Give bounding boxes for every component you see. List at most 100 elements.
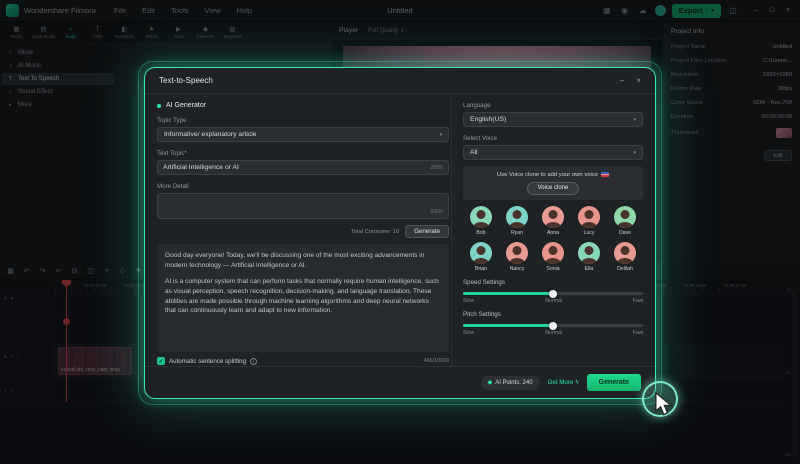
total-consume-label: Total Consume: 10 — [351, 229, 399, 235]
get-more-label: Get More — [548, 379, 574, 386]
voice-name: Lucy — [584, 230, 595, 236]
more-detail-field-wrap: 0/500 — [157, 193, 449, 219]
voice-grid: Bob Ryan Anna Lucy — [463, 206, 643, 272]
pitch-slider-fill — [463, 324, 553, 327]
auto-split-label: Automatic sentence splitting — [169, 358, 246, 365]
voice-avatar — [470, 242, 492, 264]
speed-slider[interactable] — [463, 292, 643, 295]
chevron-down-icon: ▾ — [439, 132, 442, 138]
script-paragraph: Good day everyone! Today, we'll be discu… — [165, 251, 441, 271]
speed-slider-handle[interactable] — [549, 290, 557, 298]
voice-avatar — [506, 242, 528, 264]
voice-delilah[interactable]: Delilah — [607, 242, 643, 272]
voice-name: Nancy — [510, 266, 525, 272]
mouse-cursor — [654, 392, 676, 421]
voice-anna[interactable]: Anna — [535, 206, 571, 236]
voice-ella[interactable]: Ella — [571, 242, 607, 272]
voice-filter-value: All — [470, 149, 478, 156]
voice-name: Dave — [619, 230, 631, 236]
voice-clone-button[interactable]: Voice clone — [527, 182, 580, 195]
voice-clone-text-label: Use Voice clone to add your own voice — [497, 172, 598, 178]
generated-script-box[interactable]: Good day everyone! Today, we'll be discu… — [157, 244, 449, 352]
voice-name: Ella — [585, 266, 594, 272]
slider-tick-label: Slow — [463, 330, 474, 336]
topic-type-value: Informative/ explanatory article — [164, 131, 257, 138]
speed-slider-fill — [463, 292, 553, 295]
voice-avatar — [542, 242, 564, 264]
ai-generator-tab[interactable]: AI Generator — [157, 102, 449, 109]
language-select[interactable]: English(US) ▾ — [463, 112, 643, 127]
slider-tick-label: Normal — [545, 298, 562, 304]
voice-dave[interactable]: Dave — [607, 206, 643, 236]
dialog-right-column: Language English(US) ▾ Select Voice All … — [463, 94, 643, 366]
generate-speech-button[interactable]: Generate — [587, 374, 641, 391]
get-more-link[interactable]: Get More ϟ — [548, 379, 579, 386]
ai-points-label: AI Points: 240 — [495, 380, 532, 386]
ai-points-icon: ◆ — [488, 379, 493, 386]
ai-points-badge: ◆ AI Points: 240 — [481, 376, 540, 390]
voice-name: Delilah — [617, 266, 633, 272]
select-voice-label: Select Voice — [463, 135, 643, 142]
voice-name: Sonia — [546, 266, 559, 272]
dialog-footer: ◆ AI Points: 240 Get More ϟ Generate — [145, 366, 655, 398]
voice-avatar — [578, 206, 600, 228]
pitch-slider-labels: Slow Normal Fast — [463, 330, 643, 336]
flag-icon — [601, 172, 609, 177]
dialog-controls: – × — [620, 76, 641, 86]
speed-slider-labels: Slow Normal Fast — [463, 298, 643, 304]
more-detail-label: More Detail — [157, 183, 449, 190]
text-topic-count: 29/50 — [430, 165, 443, 171]
topic-type-select[interactable]: Informative/ explanatory article ▾ — [157, 127, 449, 142]
more-detail-count: 0/500 — [430, 209, 443, 215]
voice-ryan[interactable]: Ryan — [499, 206, 535, 236]
pitch-slider-handle[interactable] — [549, 322, 557, 330]
voice-nancy[interactable]: Nancy — [499, 242, 535, 272]
sentence-split-row: Automatic sentence splitting 466/10000 — [157, 357, 449, 365]
script-paragraph: AI is a computer system that can perform… — [165, 277, 441, 317]
consume-row: Total Consume: 10 Generate — [157, 225, 449, 238]
language-value: English(US) — [470, 116, 506, 123]
pitch-slider[interactable] — [463, 324, 643, 327]
text-topic-field-wrap: 29/50 — [157, 160, 449, 175]
voice-sonia[interactable]: Sonia — [535, 242, 571, 272]
voice-avatar — [506, 206, 528, 228]
voice-avatar — [614, 206, 636, 228]
dialog-column-divider — [451, 94, 452, 366]
text-to-speech-dialog: Text-to-Speech – × AI Generator Topic Ty… — [145, 68, 655, 398]
slider-tick-label: Fast — [633, 298, 643, 304]
voice-filter-select[interactable]: All ▾ — [463, 145, 643, 160]
chevron-down-icon: ▾ — [633, 117, 636, 123]
voice-avatar — [470, 206, 492, 228]
voice-avatar — [578, 242, 600, 264]
voice-name: Ryan — [511, 230, 523, 236]
text-topic-input[interactable] — [163, 164, 426, 171]
topic-type-label: Topic Type — [157, 117, 449, 124]
language-label: Language — [463, 102, 643, 109]
speed-settings-label: Speed Settings — [463, 279, 643, 286]
voice-name: Brian — [475, 266, 487, 272]
voice-avatar — [542, 206, 564, 228]
dialog-header: Text-to-Speech – × — [145, 68, 655, 94]
close-icon[interactable]: × — [636, 76, 641, 86]
voice-lucy[interactable]: Lucy — [571, 206, 607, 236]
bullet-dot-icon — [157, 104, 161, 108]
generate-script-button[interactable]: Generate — [405, 225, 449, 238]
auto-split-checkbox[interactable] — [157, 357, 165, 365]
more-detail-textarea[interactable] — [162, 197, 444, 208]
slider-tick-label: Slow — [463, 298, 474, 304]
pitch-settings-label: Pitch Settings — [463, 311, 643, 318]
slider-tick-label: Normal — [545, 330, 562, 336]
voice-name: Anna — [547, 230, 559, 236]
voice-brian[interactable]: Brian — [463, 242, 499, 272]
slider-tick-label: Fast — [633, 330, 643, 336]
ai-generator-label: AI Generator — [166, 102, 206, 109]
info-icon[interactable] — [250, 358, 257, 365]
minimize-icon[interactable]: – — [620, 76, 624, 86]
lightning-icon: ϟ — [575, 379, 578, 386]
voice-bob[interactable]: Bob — [463, 206, 499, 236]
chevron-down-icon: ▾ — [633, 150, 636, 156]
voice-clone-text: Use Voice clone to add your own voice — [497, 172, 609, 178]
dialog-left-column: AI Generator Topic Type Informative/ exp… — [157, 94, 449, 366]
voice-name: Bob — [476, 230, 485, 236]
script-char-count: 466/10000 — [424, 358, 449, 364]
